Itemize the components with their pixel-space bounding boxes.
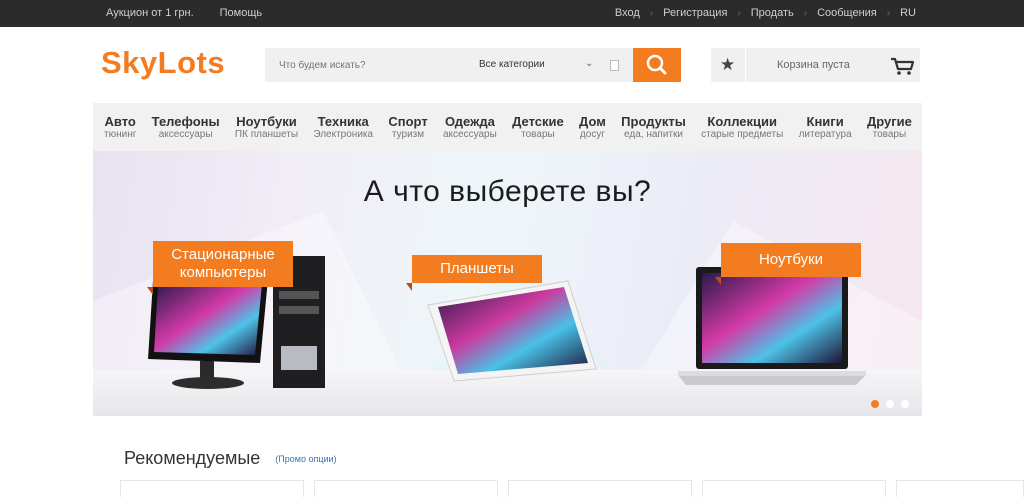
login-link[interactable]: Вход: [615, 7, 640, 19]
nav-item-phones[interactable]: Телефоны аксессуары: [152, 103, 220, 151]
nav-label: Ноутбуки: [236, 114, 297, 129]
recommended-cards: [120, 480, 1024, 497]
category-nav: Авто тюнинг Телефоны аксессуары Ноутбуки ПК…: [93, 103, 922, 151]
hero-banner[interactable]: А что выберете вы? Стационарные компьюте…: [93, 151, 922, 416]
nav-item-auto[interactable]: Авто тюнинг: [104, 103, 136, 151]
carousel-dots: [871, 400, 909, 408]
tablet-image: [427, 280, 597, 382]
search-icon: [646, 54, 667, 75]
nav-sublabel: старые предметы: [701, 129, 784, 140]
nav-label: Спорт: [388, 114, 428, 129]
nav-label: Другие: [866, 114, 912, 129]
nav-item-sport[interactable]: Спорт туризм: [388, 103, 427, 151]
nav-label: Детские: [512, 114, 564, 129]
search-button[interactable]: [633, 48, 681, 82]
nav-label: Коллекции: [707, 114, 777, 129]
nav-label: Авто: [104, 114, 136, 129]
nav-sublabel: туризм: [391, 129, 425, 140]
recommended-title: Рекомендуемые: [124, 448, 261, 468]
help-link[interactable]: Помощь: [220, 7, 263, 19]
nav-item-clothes[interactable]: Одежда аксессуары: [443, 103, 497, 151]
nav-item-kids[interactable]: Детские товары: [512, 103, 564, 151]
nav-label: Одежда: [445, 114, 495, 129]
product-card[interactable]: [702, 480, 886, 497]
nav-item-tech[interactable]: Техника Электроника: [313, 103, 373, 151]
nav-sublabel: аксессуары: [443, 129, 497, 140]
nav-item-collections[interactable]: Коллекции старые предметы: [701, 103, 783, 151]
tag-tablets[interactable]: Планшеты: [406, 255, 542, 291]
nav-label: Книги: [806, 114, 844, 129]
nav-sublabel: досуг: [579, 129, 605, 140]
top-bar: Аукцион от 1 грн. Помощь Вход › Регистра…: [0, 0, 1024, 27]
header: SkyLots Все категории ⌄ ★ Корзина пуста: [0, 27, 1024, 103]
nav-label: Продукты: [621, 114, 686, 129]
laptop-image: [678, 267, 866, 385]
logo[interactable]: SkyLots: [101, 45, 225, 81]
nav-sublabel: тюнинг: [104, 129, 137, 140]
document-icon: [610, 60, 619, 71]
nav-sublabel: литература: [798, 129, 852, 140]
product-card[interactable]: [508, 480, 692, 497]
product-card[interactable]: [896, 480, 1024, 497]
carousel-dot-3[interactable]: [901, 400, 909, 408]
nav-label: Дом: [579, 114, 606, 129]
divider: [745, 48, 746, 82]
search-bar: Все категории ⌄: [265, 48, 681, 82]
language-link[interactable]: RU: [900, 7, 916, 19]
nav-label: Техника: [317, 114, 369, 129]
chevron-right-icon: ›: [803, 7, 808, 19]
sell-link[interactable]: Продать: [751, 7, 794, 19]
nav-item-other[interactable]: Другие товары: [867, 103, 912, 151]
banner-title: А что выберете вы?: [363, 175, 652, 208]
search-input[interactable]: [265, 48, 465, 82]
promo-options-link[interactable]: (Промо опции): [275, 454, 336, 464]
nav-sublabel: ПК планшеты: [234, 129, 299, 140]
recommended-section-title: Рекомендуемые (Промо опции): [124, 448, 337, 469]
nav-item-home[interactable]: Дом досуг: [579, 103, 606, 151]
nav-item-books[interactable]: Книги литература: [799, 103, 852, 151]
cart-icon[interactable]: [884, 48, 920, 82]
nav-item-food[interactable]: Продукты еда, напитки: [621, 103, 686, 151]
nav-sublabel: товары: [872, 129, 907, 140]
carousel-dot-2[interactable]: [886, 400, 894, 408]
chevron-down-icon[interactable]: ⌄: [585, 58, 593, 69]
nav-sublabel: товары: [521, 129, 555, 140]
tag-desktop[interactable]: Стационарные компьютеры: [147, 241, 293, 295]
product-card[interactable]: [314, 480, 498, 497]
star-icon[interactable]: ★: [720, 55, 735, 75]
cart-widget[interactable]: ★ Корзина пуста: [711, 48, 920, 82]
tag-laptops[interactable]: Ноутбуки: [715, 243, 861, 285]
chevron-right-icon: ›: [649, 7, 654, 19]
cart-label: Корзина пуста: [777, 59, 850, 71]
chevron-right-icon: ›: [886, 7, 891, 19]
nav-label: Телефоны: [151, 114, 220, 129]
nav-item-laptops[interactable]: Ноутбуки ПК планшеты: [235, 103, 298, 151]
auction-link[interactable]: Аукцион от 1 грн.: [106, 7, 194, 19]
carousel-dot-1[interactable]: [871, 400, 879, 408]
chevron-right-icon: ›: [737, 7, 741, 19]
register-link[interactable]: Регистрация: [663, 7, 727, 19]
nav-sublabel: еда, напитки: [624, 129, 683, 140]
nav-sublabel: Электроника: [313, 129, 374, 140]
category-select[interactable]: Все категории: [479, 59, 545, 70]
product-card[interactable]: [120, 480, 304, 497]
messages-link[interactable]: Сообщения: [817, 7, 877, 19]
nav-sublabel: аксессуары: [158, 129, 213, 140]
